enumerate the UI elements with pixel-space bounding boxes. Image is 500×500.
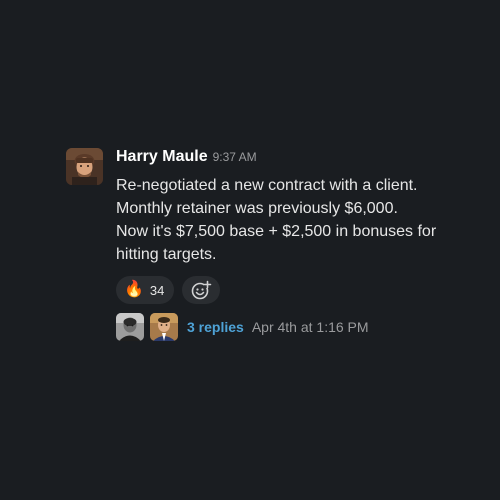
thread-summary[interactable]: 3 replies Apr 4th at 1:16 PM (116, 313, 476, 341)
reactions-bar: 🔥 34 (116, 276, 476, 304)
message-header: Harry Maule 9:37 AM (116, 148, 476, 170)
message-timestamp[interactable]: 9:37 AM (213, 150, 257, 164)
fire-emoji-icon: 🔥 (124, 281, 144, 298)
message-line: Re-negotiated a new contract with a clie… (116, 177, 418, 194)
sender-avatar[interactable] (66, 148, 103, 185)
thread-replies-link[interactable]: 3 replies (187, 319, 244, 335)
reaction-count: 34 (149, 282, 165, 298)
reaction-fire[interactable]: 🔥 34 (116, 276, 175, 304)
add-reaction-button[interactable] (182, 276, 221, 304)
message-line: Monthly retainer was previously $6,000. (116, 200, 398, 217)
add-emoji-icon (192, 280, 212, 300)
participant-avatar-1 (116, 313, 144, 341)
thread-last-reply-time: Apr 4th at 1:16 PM (251, 319, 369, 335)
message-line: Now it's $7,500 base + $2,500 in bonuses… (116, 223, 437, 263)
sender-name[interactable]: Harry Maule (116, 148, 208, 166)
participant-avatar-2 (150, 313, 178, 341)
message-body: Harry Maule 9:37 AM Re-negotiated a new … (116, 148, 476, 341)
message-text: Re-negotiated a new contract with a clie… (116, 174, 476, 266)
